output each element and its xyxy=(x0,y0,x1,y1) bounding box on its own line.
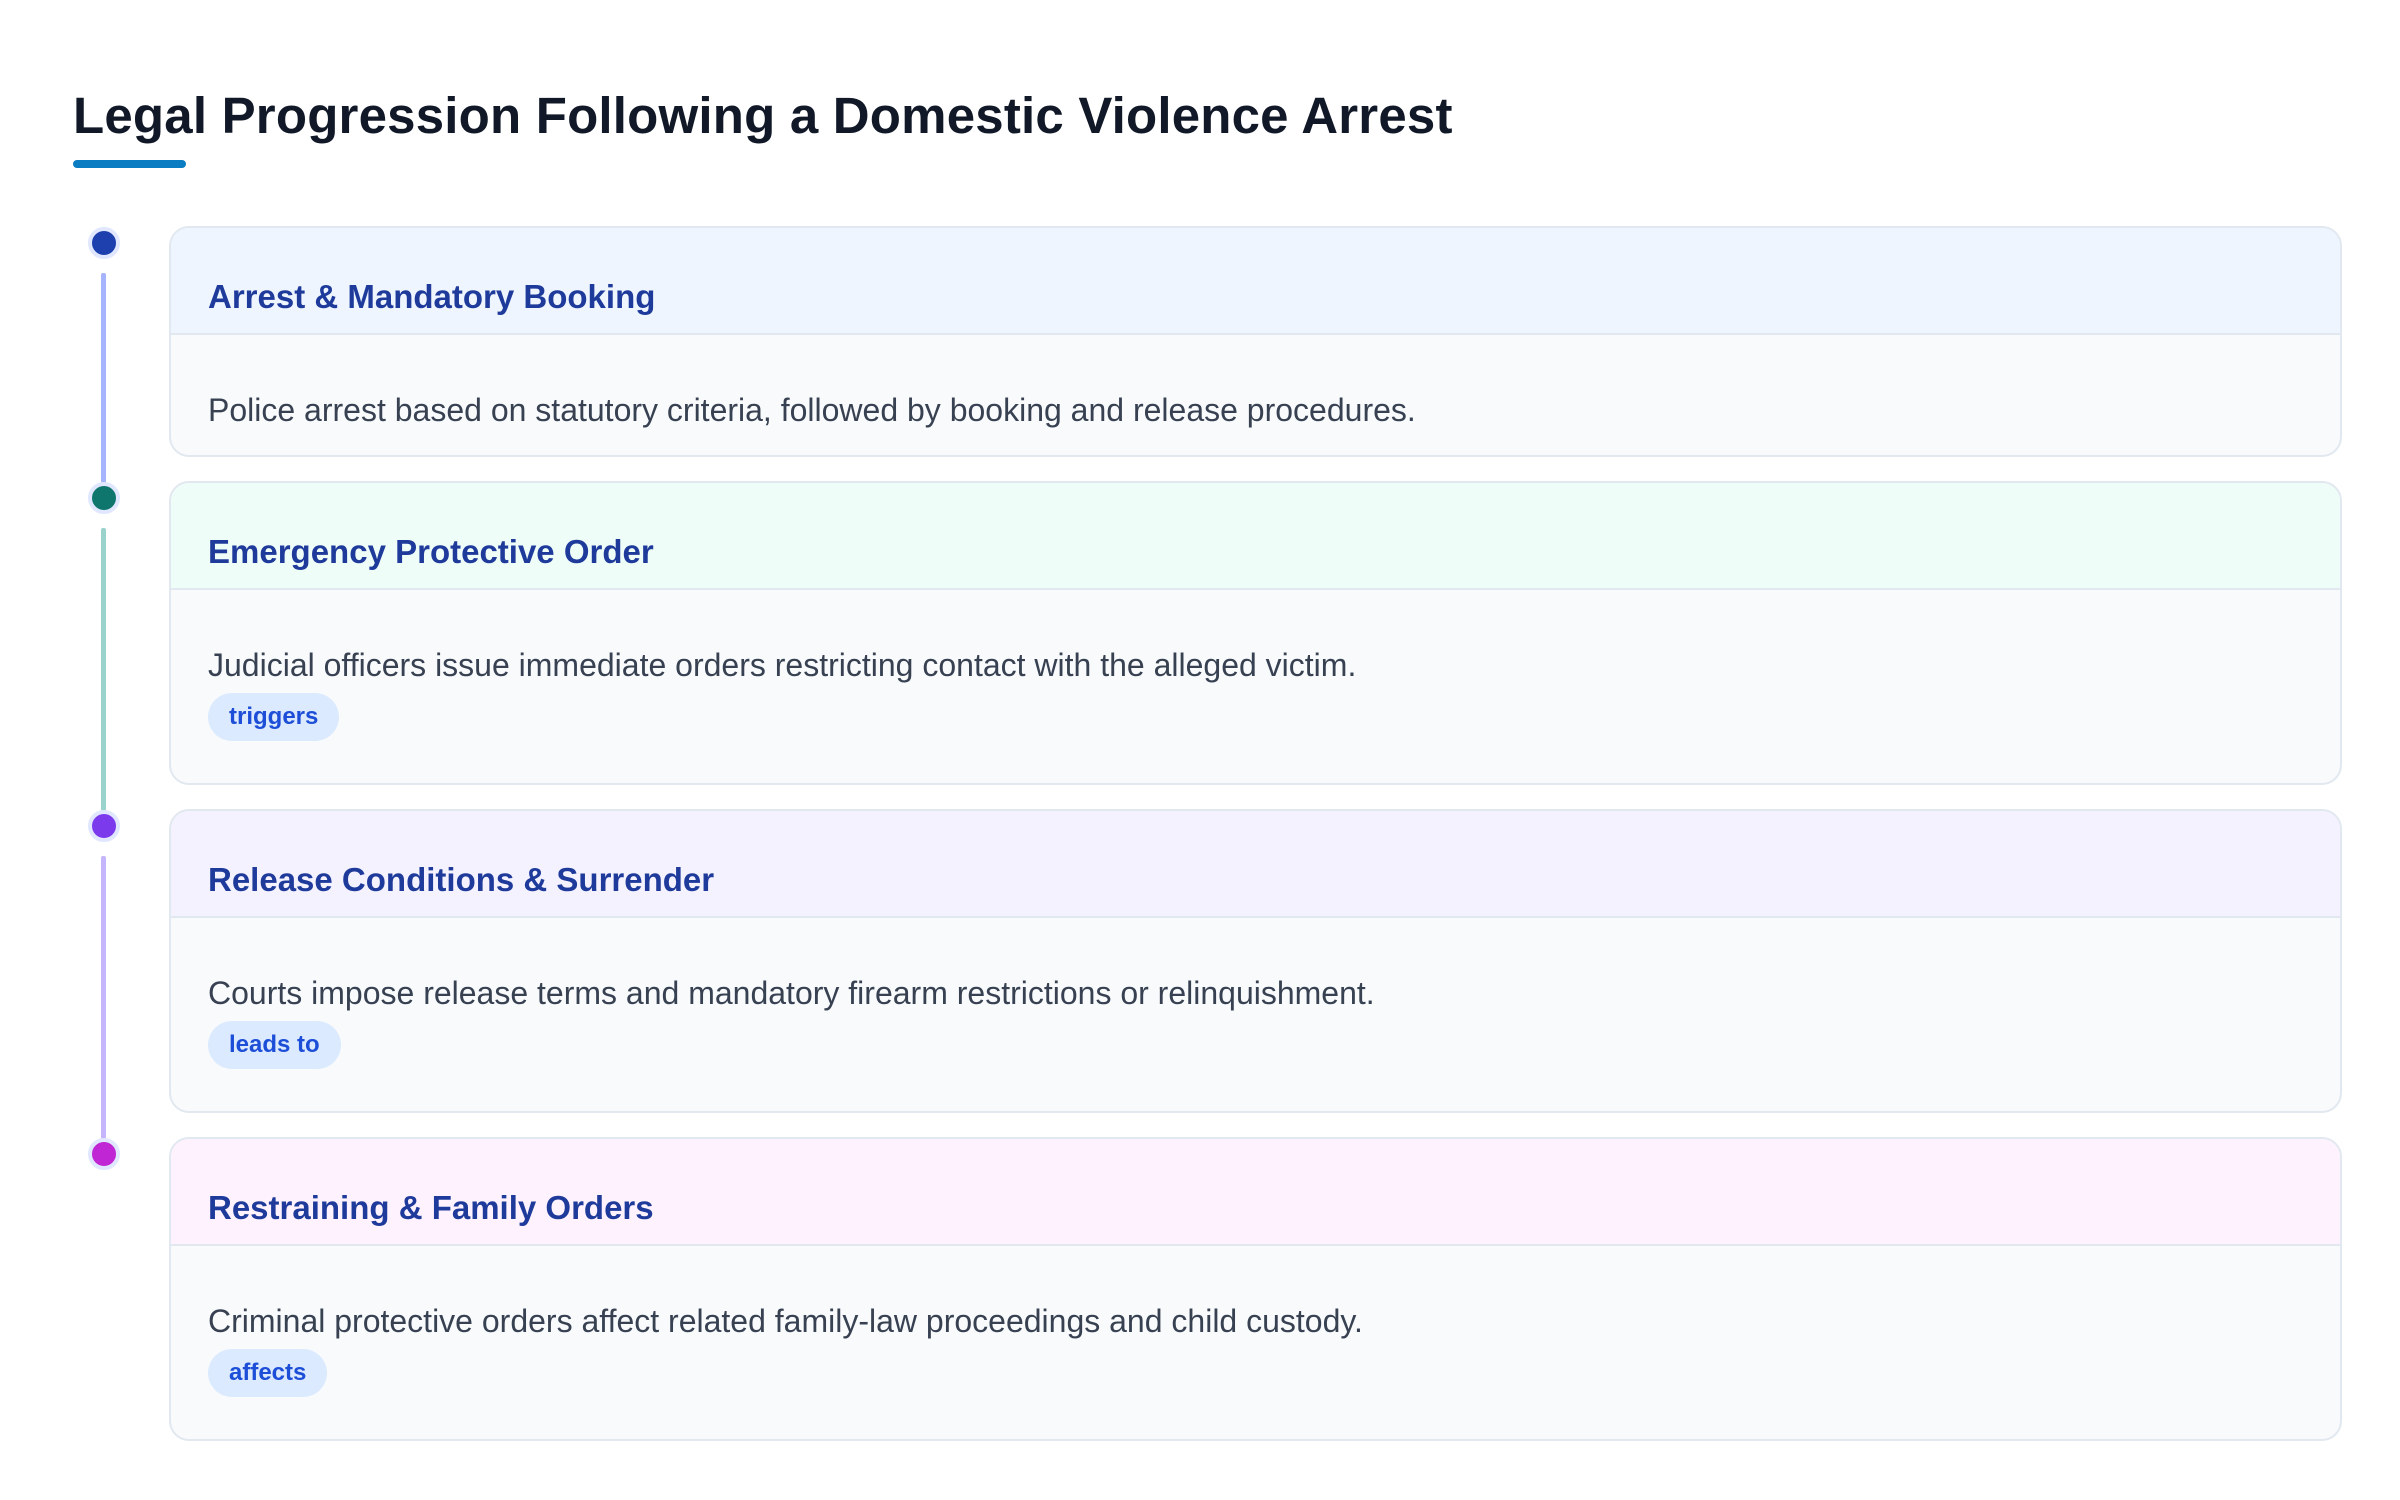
step-card-header: Restraining & Family Orders xyxy=(171,1139,2340,1246)
step-card-body: Judicial officers issue immediate orders… xyxy=(171,590,2340,742)
step-title: Release Conditions & Surrender xyxy=(208,861,715,898)
step-description: Criminal protective orders affect relate… xyxy=(208,1303,1363,1339)
timeline-dot-2 xyxy=(88,482,120,514)
timeline-connector-3 xyxy=(101,856,106,1139)
title-underline xyxy=(73,160,186,168)
timeline-dot-3 xyxy=(88,810,120,842)
step-title: Emergency Protective Order xyxy=(208,533,654,570)
step-description: Courts impose release terms and mandator… xyxy=(208,975,1375,1011)
step-card-restraining-orders: Restraining & Family Orders Criminal pro… xyxy=(169,1137,2342,1441)
relation-badge: affects xyxy=(208,1349,328,1398)
step-card-header: Release Conditions & Surrender xyxy=(171,811,2340,918)
step-title: Arrest & Mandatory Booking xyxy=(208,278,656,315)
step-card-release-conditions: Release Conditions & Surrender Courts im… xyxy=(169,809,2342,1113)
step-card-body: Courts impose release terms and mandator… xyxy=(171,918,2340,1070)
timeline-dot-4 xyxy=(88,1138,120,1170)
step-card-header: Arrest & Mandatory Booking xyxy=(171,228,2340,335)
relation-badge: triggers xyxy=(208,693,340,742)
relation-badge: leads to xyxy=(208,1021,341,1070)
step-title: Restraining & Family Orders xyxy=(208,1189,654,1226)
step-card-header: Emergency Protective Order xyxy=(171,483,2340,590)
step-card-arrest: Arrest & Mandatory Booking Police arrest… xyxy=(169,226,2342,457)
timeline-dot-1 xyxy=(88,227,120,259)
step-description: Police arrest based on statutory criteri… xyxy=(208,392,1416,428)
page-title: Legal Progression Following a Domestic V… xyxy=(73,87,1453,144)
step-card-emergency-order: Emergency Protective Order Judicial offi… xyxy=(169,481,2342,785)
step-card-body: Criminal protective orders affect relate… xyxy=(171,1246,2340,1398)
timeline-connector-1 xyxy=(101,273,106,483)
step-card-body: Police arrest based on statutory criteri… xyxy=(171,335,2340,428)
step-description: Judicial officers issue immediate orders… xyxy=(208,647,1357,683)
timeline-connector-2 xyxy=(101,528,106,811)
